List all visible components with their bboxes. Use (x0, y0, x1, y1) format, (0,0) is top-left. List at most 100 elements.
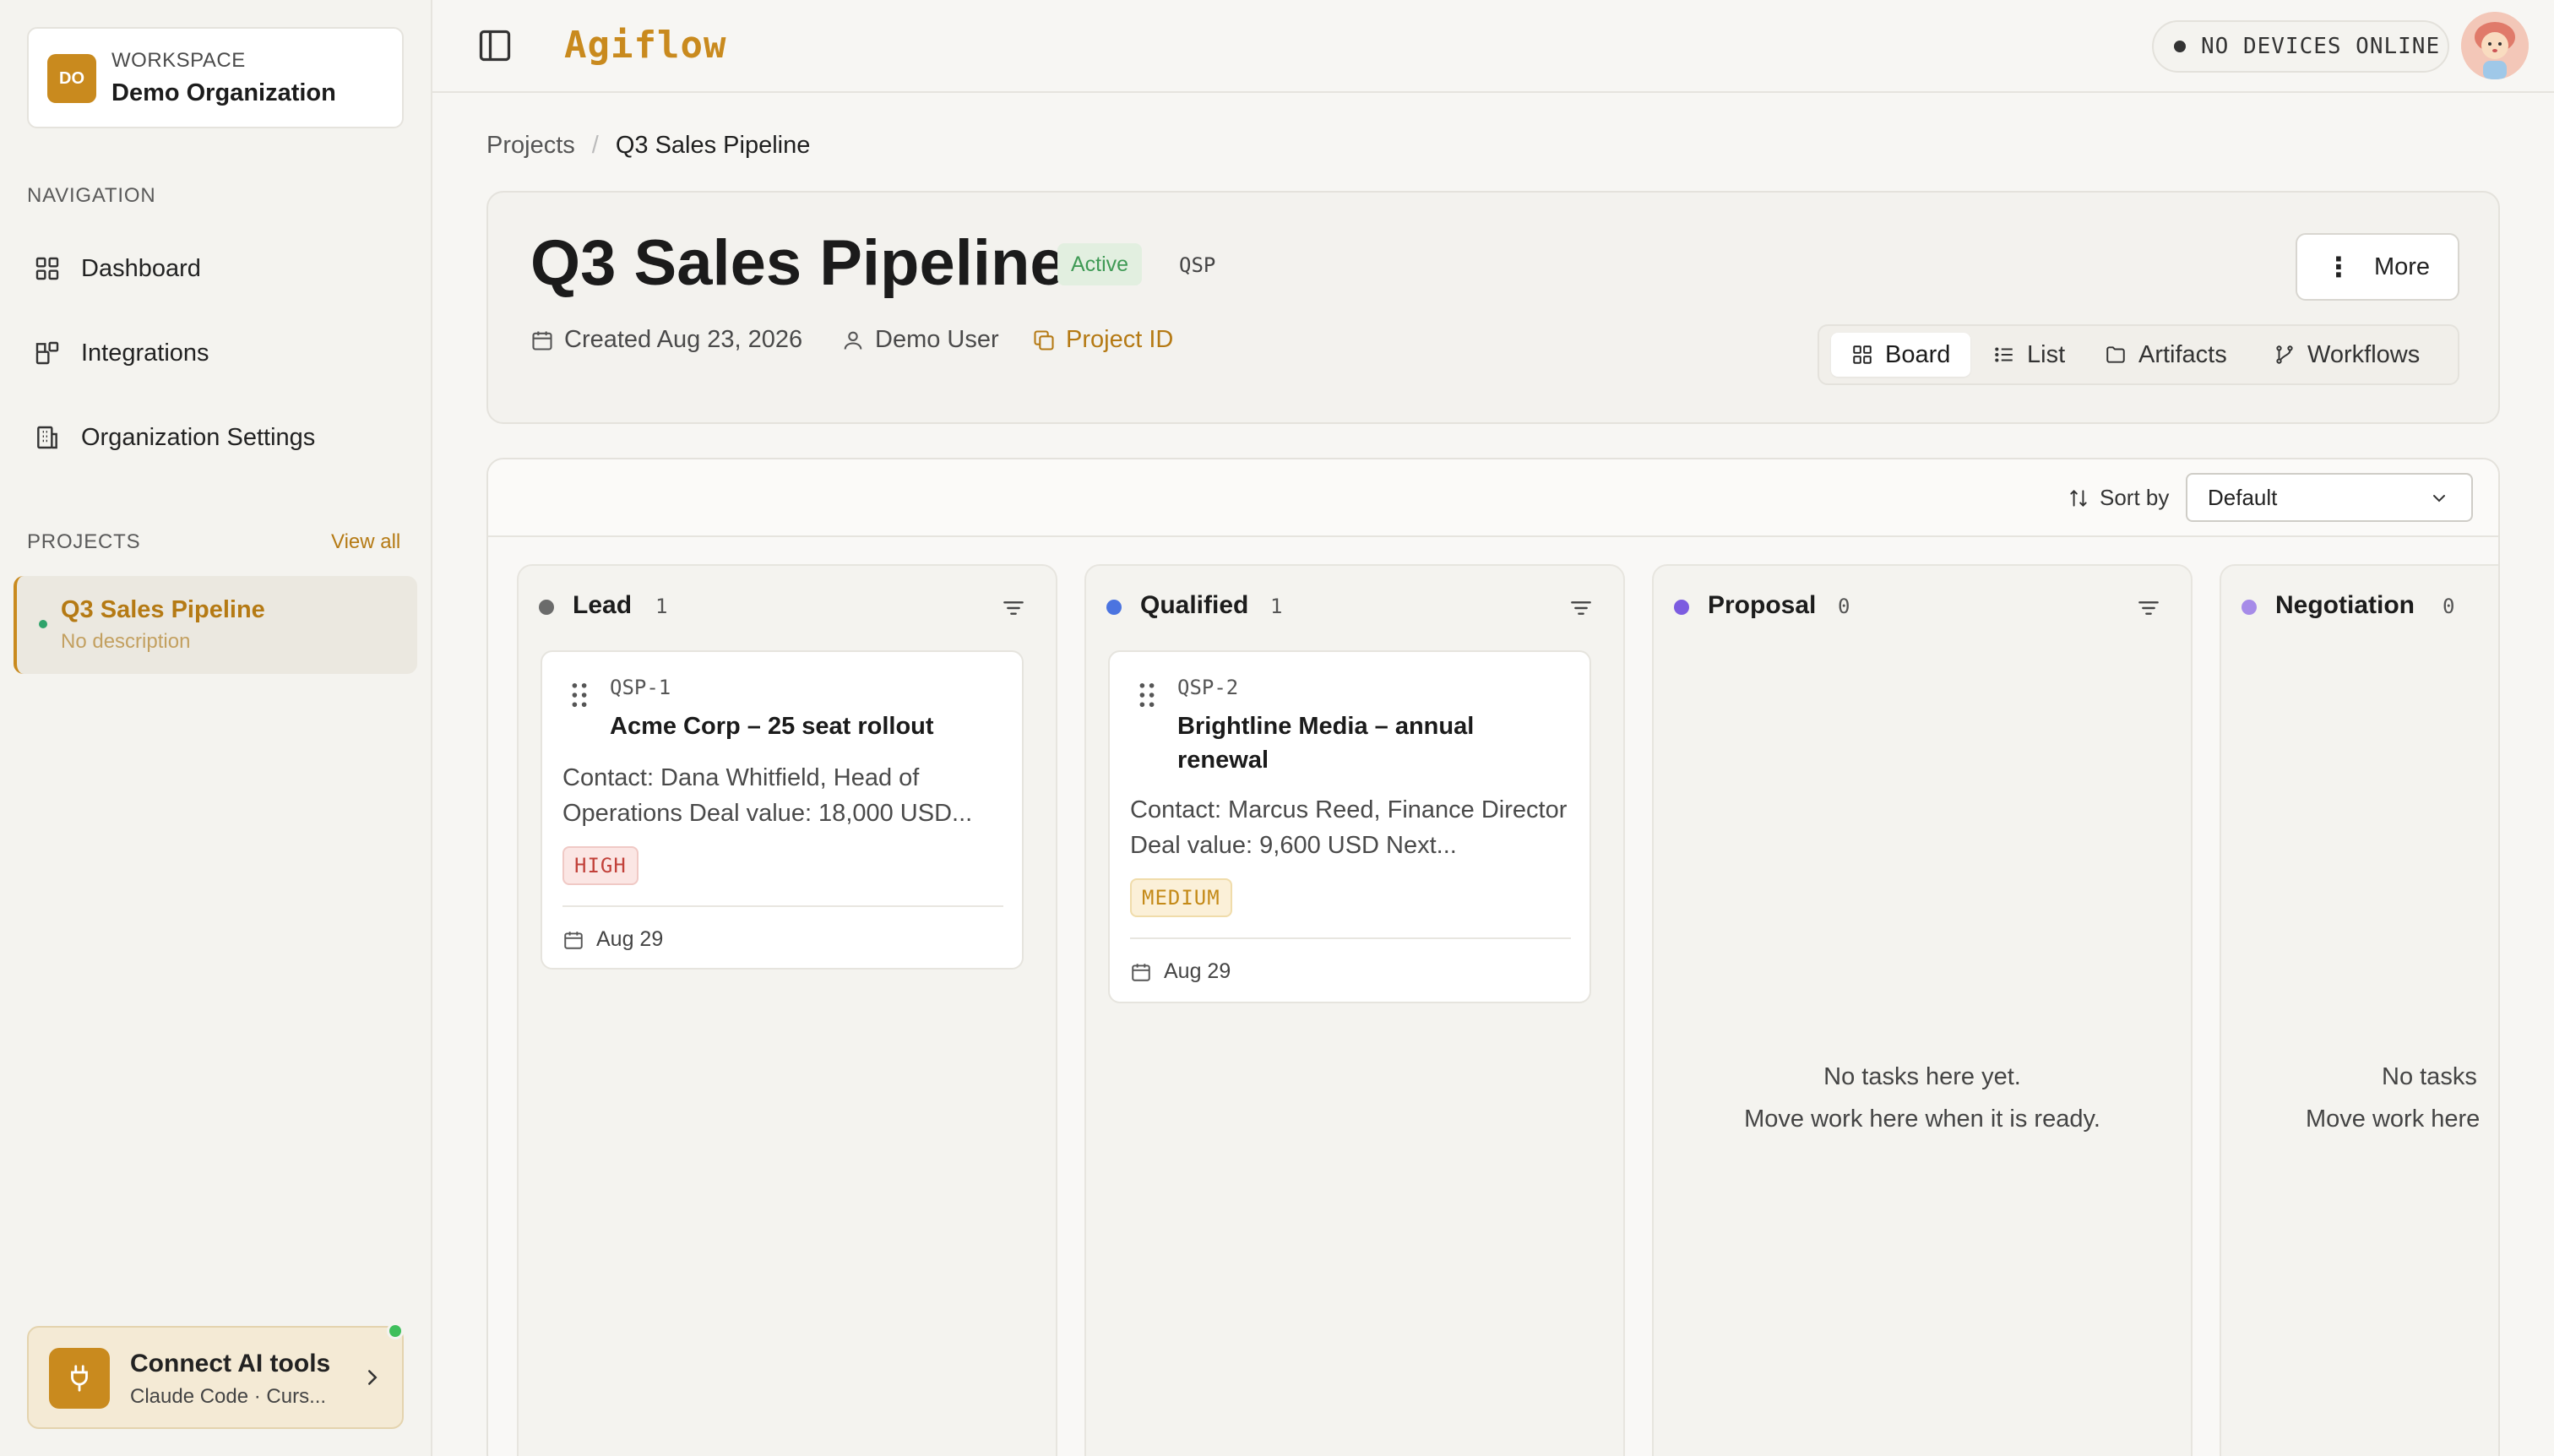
column-color-dot (539, 600, 554, 615)
task-card[interactable]: QSP-1 Acme Corp – 25 seat rollout Contac… (541, 650, 1024, 970)
empty-state-subtitle: Move work here when it is ready. (1744, 1106, 2100, 1133)
column-count: 0 (2443, 595, 2455, 618)
task-due-date: Aug 29 (562, 927, 663, 952)
sidebar-toggle-icon[interactable] (476, 27, 514, 64)
board-column-negotiation: Negotiation 0 No tasks Move work here (2220, 564, 2498, 1456)
view-all-projects-link[interactable]: View all (331, 530, 400, 554)
created-date: Created Aug 23, 2026 (530, 326, 802, 354)
empty-state-title: No tasks here yet. (1823, 1063, 2021, 1090)
filter-icon[interactable] (1000, 595, 1027, 622)
breadcrumb-separator: / (591, 132, 599, 159)
app-logo[interactable]: Agiflow (564, 24, 726, 67)
sidebar-item-label: Integrations (81, 339, 209, 367)
drag-handle-icon[interactable] (571, 682, 588, 708)
workspace-label: WORKSPACE (111, 49, 246, 72)
task-key: QSP-2 (1177, 676, 1239, 699)
drag-handle-icon[interactable] (1138, 682, 1155, 708)
user-icon (844, 331, 862, 350)
projects-section-label: PROJECTS (27, 530, 141, 553)
sidebar-project-q3-sales-pipeline[interactable]: Q3 Sales Pipeline No description (14, 576, 417, 674)
task-title: Brightline Media – annual renewal (1177, 713, 1475, 774)
column-count: 1 (655, 595, 668, 618)
empty-state-title: No tasks (2382, 1063, 2477, 1090)
project-owner: Demo User (841, 326, 999, 354)
more-button[interactable]: ⋮ More (2296, 233, 2459, 301)
breadcrumb-current: Q3 Sales Pipeline (615, 132, 811, 159)
sidebar-item-label: Dashboard (81, 254, 201, 282)
sidebar-item-organization-settings[interactable]: Organization Settings (27, 410, 404, 465)
copy-project-id-button[interactable]: Project ID (1032, 326, 1173, 354)
priority-badge: HIGH (562, 846, 638, 885)
created-date-text: Created Aug 23, 2026 (564, 326, 803, 353)
connect-subtitle: Claude Code · Curs... (130, 1385, 327, 1408)
column-color-dot (2242, 600, 2257, 615)
board-toolbar: Sort by Default (488, 459, 2498, 537)
connect-title: Connect AI tools (130, 1350, 331, 1377)
devices-status-pill[interactable]: NO DEVICES ONLINE (2152, 20, 2449, 73)
copy-icon (1034, 329, 1054, 350)
building-icon (37, 426, 57, 449)
sidebar-item-integrations[interactable]: Integrations (27, 326, 404, 380)
filter-icon[interactable] (2135, 595, 2162, 622)
tab-list[interactable]: List (1993, 333, 2065, 377)
connect-ai-tools-card[interactable]: Connect AI tools Claude Code · Curs... (27, 1326, 404, 1429)
tab-board[interactable]: Board (1831, 333, 1971, 377)
project-header: Q3 Sales Pipeline Active QSP Created Aug… (486, 191, 2500, 424)
devices-status-text: NO DEVICES ONLINE (2201, 34, 2441, 59)
sort-icon (2070, 489, 2087, 507)
sort-select-value: Default (2208, 484, 2278, 510)
task-title: Acme Corp – 25 seat rollout (610, 713, 934, 740)
sort-label: Sort by (2068, 485, 2169, 511)
tab-label: Artifacts (2138, 340, 2227, 368)
tab-workflows[interactable]: Workflows (2274, 333, 2420, 377)
board-icon (1853, 345, 1872, 364)
tab-label: List (2027, 340, 2066, 368)
task-due-date-text: Aug 29 (596, 927, 664, 951)
sort-label-text: Sort by (2100, 485, 2170, 510)
task-due-date-text: Aug 29 (1164, 959, 1231, 983)
avatar[interactable] (2461, 12, 2529, 79)
empty-state-subtitle: Move work here (2306, 1106, 2481, 1133)
workflow-icon (2276, 345, 2293, 364)
kebab-icon: ⋮ (2324, 252, 2352, 282)
filter-icon[interactable] (1568, 595, 1595, 622)
tab-label: Workflows (2307, 340, 2421, 368)
workspace-switcher[interactable]: DO WORKSPACE Demo Organization (27, 27, 404, 128)
tab-artifacts[interactable]: Artifacts (2105, 333, 2227, 377)
project-name: Q3 Sales Pipeline (61, 596, 265, 623)
page-title: Q3 Sales Pipeline (530, 227, 1066, 299)
tab-label: Board (1885, 340, 1951, 368)
column-color-dot (1106, 600, 1122, 615)
list-icon (1995, 347, 2013, 362)
view-tabs: Board List Artifacts Workflows (1818, 324, 2459, 385)
status-badge: Active (1057, 243, 1143, 285)
grid-icon (35, 257, 59, 280)
calendar-icon (532, 331, 552, 350)
sidebar-item-label: Organization Settings (81, 423, 316, 451)
project-id-label: Project ID (1066, 326, 1174, 353)
sort-select[interactable]: Default (2186, 473, 2473, 522)
task-card[interactable]: QSP-2 Brightline Media – annual renewal … (1108, 650, 1591, 1003)
column-title: Lead (573, 591, 633, 619)
task-key: QSP-1 (610, 676, 671, 699)
kanban-board: Sort by Default Lead 1 QSP-1 Acme Corp –… (486, 458, 2500, 1456)
board-column-qualified: Qualified 1 QSP-2 Brightline Media – ann… (1084, 564, 1625, 1456)
breadcrumb-projects-link[interactable]: Projects (486, 132, 575, 160)
top-bar: Agiflow NO DEVICES ONLINE (432, 0, 2554, 93)
project-owner-text: Demo User (875, 326, 999, 353)
divider (1130, 937, 1571, 939)
sidebar-item-dashboard[interactable]: Dashboard (27, 242, 404, 296)
column-title: Negotiation (2275, 591, 2415, 619)
column-count: 1 (1270, 595, 1283, 618)
column-count: 0 (1838, 595, 1850, 618)
online-status-dot (387, 1323, 404, 1339)
breadcrumb: Projects / Q3 Sales Pipeline (486, 132, 810, 160)
chevron-right-icon (368, 1370, 378, 1385)
column-color-dot (1674, 600, 1689, 615)
board-column-lead: Lead 1 QSP-1 Acme Corp – 25 seat rollout… (517, 564, 1057, 1456)
priority-badge: MEDIUM (1130, 878, 1232, 917)
plug-icon (49, 1348, 110, 1409)
column-title: Proposal (1708, 591, 1817, 619)
divider (562, 905, 1003, 907)
task-description: Contact: Marcus Reed, Finance Director D… (1130, 796, 1568, 859)
